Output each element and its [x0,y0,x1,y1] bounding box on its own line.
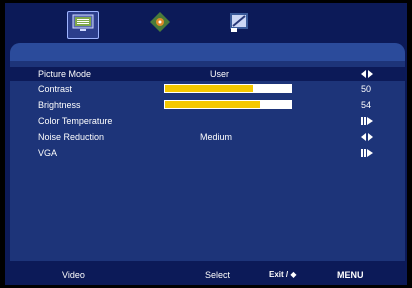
menu-item-label: Contrast [38,84,73,94]
menu-item-color-temperature[interactable]: Color Temperature [10,115,405,127]
menu-item-vga[interactable]: VGA [10,147,405,159]
picture-menu-panel: Picture Mode User Contrast 50 Brightness… [10,43,405,261]
menu-item-picture-mode[interactable]: Picture Mode User [10,67,405,81]
source-label: Video [62,270,85,280]
brightness-slider-fill [165,101,261,108]
menu-item-label: Noise Reduction [38,132,105,142]
picture-icon [72,14,94,37]
noise-reduction-value: Medium [200,132,233,142]
select-label: Select [205,270,231,280]
brightness-value: 54 [361,100,372,110]
menu-label: MENU [337,270,364,280]
picture-mode-value: User [210,69,230,79]
menu-item-label: Picture Mode [38,69,92,79]
help-bar: Video Select Exit / ◆ MENU [5,265,407,285]
setup-icon [228,11,250,38]
brightness-slider[interactable] [164,100,292,109]
enter-arrow-icon[interactable] [361,115,373,127]
tab-bar [5,3,407,43]
tab-setup[interactable] [224,11,254,37]
menu-item-noise-reduction[interactable]: Noise Reduction Medium [10,131,405,143]
contrast-value: 50 [361,84,372,94]
tab-sound[interactable] [145,11,175,37]
osd-window: Picture Mode User Contrast 50 Brightness… [5,3,407,285]
left-right-arrows-icon[interactable] [361,131,373,143]
sound-icon [149,11,171,38]
exit-nav-hint: Exit / ◆ [269,270,297,279]
tab-picture[interactable] [67,11,99,39]
contrast-slider-fill [165,85,254,92]
menu-item-contrast[interactable]: Contrast 50 [10,83,405,95]
enter-arrow-icon[interactable] [361,147,373,159]
menu-item-label: VGA [38,148,58,158]
menu-item-label: Color Temperature [38,116,113,126]
contrast-slider[interactable] [164,84,292,93]
menu-item-brightness[interactable]: Brightness 54 [10,99,405,111]
left-right-arrows-icon[interactable] [361,67,373,81]
panel-header [10,43,405,61]
menu-item-label: Brightness [38,100,81,110]
